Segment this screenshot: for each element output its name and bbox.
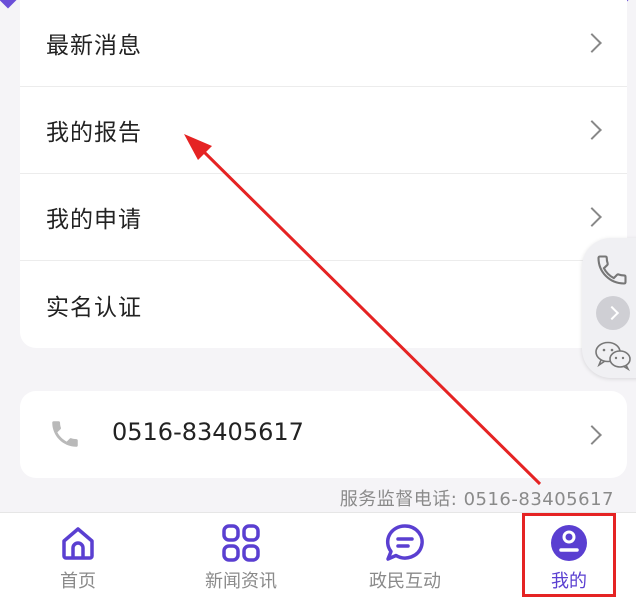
annotation-arrow (184, 134, 542, 486)
